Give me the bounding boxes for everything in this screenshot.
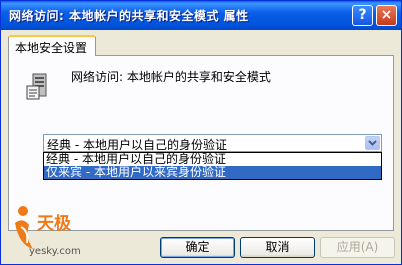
close-button[interactable]: × bbox=[376, 5, 397, 26]
watermark-site: yesky.com bbox=[29, 246, 81, 257]
select-dropdown-list: 经典 - 本地用户以自己的身份验证 仅来宾 - 本地用户以来宾身份验证 bbox=[43, 152, 382, 180]
tab-label: 本地安全设置 bbox=[15, 41, 88, 55]
close-icon: × bbox=[380, 7, 393, 23]
apply-button[interactable]: 应用(A) bbox=[320, 237, 395, 258]
watermark-brand: 天极 bbox=[37, 214, 71, 234]
chevron-down-icon[interactable] bbox=[365, 136, 380, 150]
title-bar[interactable]: 网络访问: 本地帐户的共享和安全模式 属性 ? × bbox=[1, 1, 401, 30]
properties-dialog: 网络访问: 本地帐户的共享和安全模式 属性 ? × 本地安全设置 网络访问: 本… bbox=[0, 0, 402, 265]
dropdown-option-guest-only[interactable]: 仅来宾 - 本地用户以来宾身份验证 bbox=[44, 166, 381, 179]
window-title: 网络访问: 本地帐户的共享和安全模式 属性 bbox=[9, 9, 249, 23]
cancel-button[interactable]: 取消 bbox=[240, 237, 315, 258]
select-value: 经典 - 本地用户以自己的身份验证 bbox=[47, 138, 227, 152]
help-button[interactable]: ? bbox=[352, 5, 373, 26]
ok-button[interactable]: 确定 bbox=[160, 237, 235, 258]
sharing-model-select[interactable]: 经典 - 本地用户以自己的身份验证 bbox=[43, 134, 382, 152]
policy-name: 网络访问: 本地帐户的共享和安全模式 bbox=[71, 70, 271, 84]
policy-server-icon bbox=[26, 73, 47, 100]
tab-local-security-setting[interactable]: 本地安全设置 bbox=[8, 35, 96, 56]
help-icon: ? bbox=[358, 7, 367, 23]
